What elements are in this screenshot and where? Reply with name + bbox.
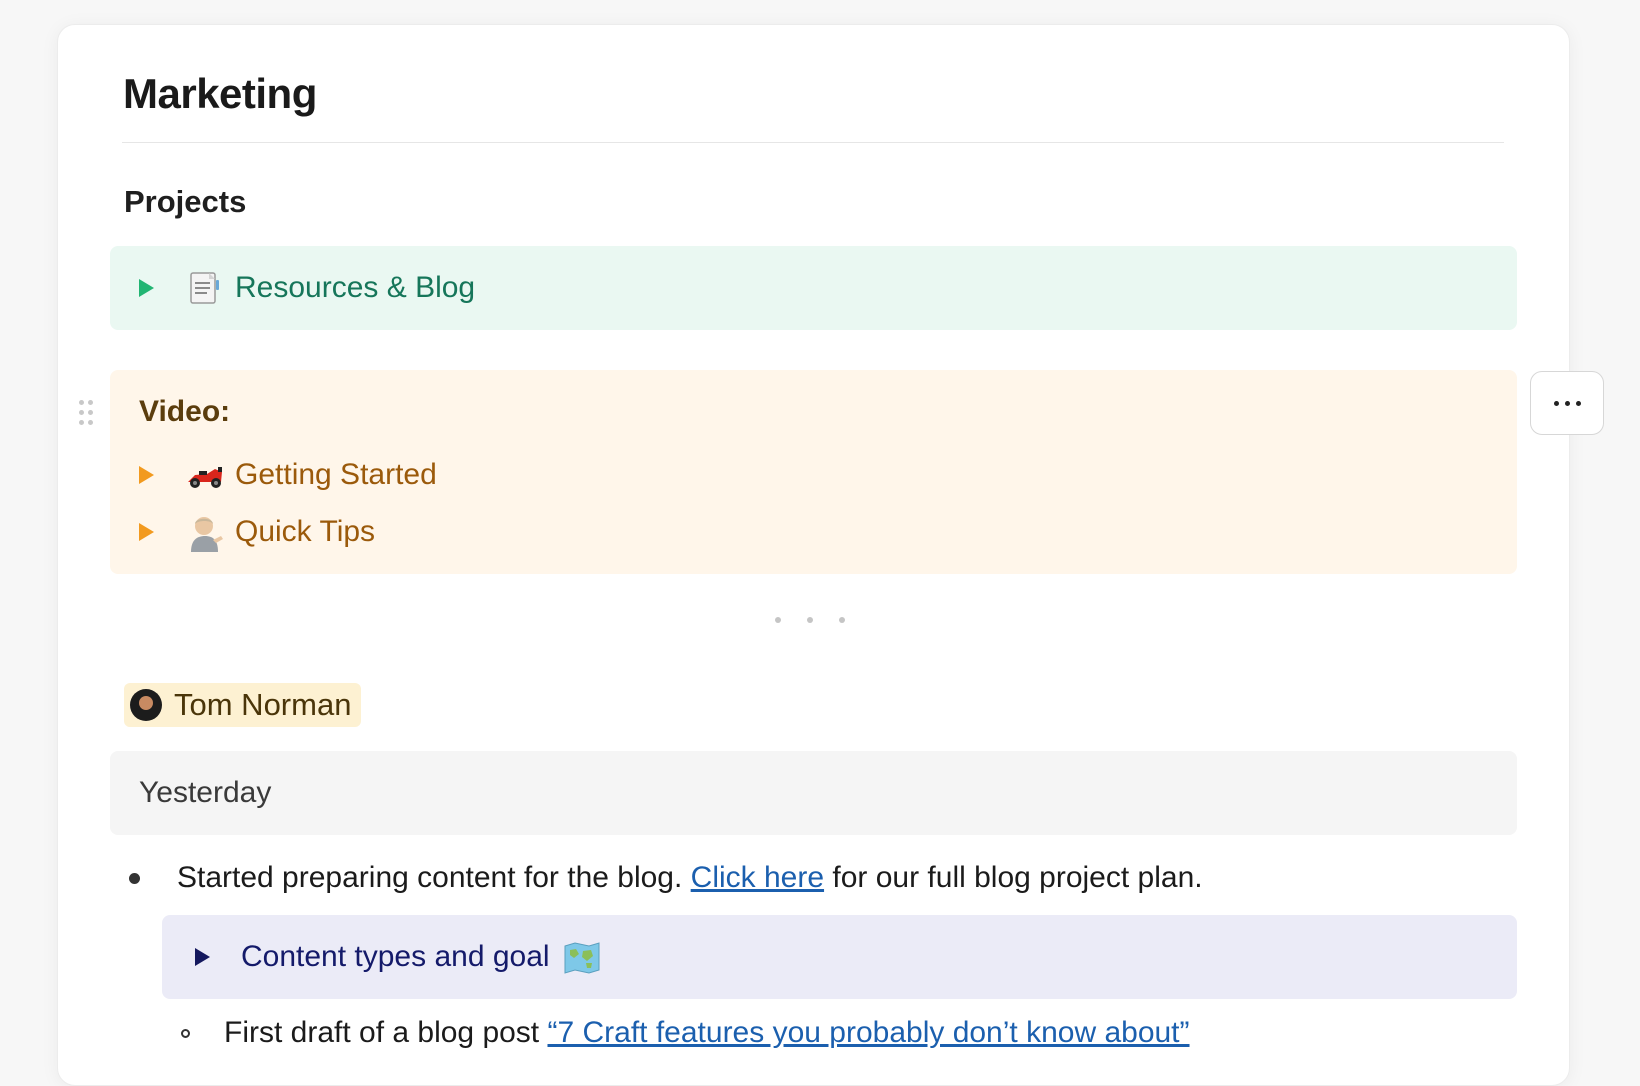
content-types-toggle[interactable]: Content types and goal (195, 937, 612, 977)
more-dot (1575, 400, 1581, 406)
getting-started-toggle[interactable]: Getting Started (139, 455, 437, 495)
quick-tips-toggle[interactable]: Quick Tips (139, 512, 375, 552)
date-label: Yesterday (139, 776, 272, 809)
content-types-label: Content types and goal (241, 940, 550, 973)
toggle-arrow-icon[interactable] (139, 466, 154, 484)
more-options-button[interactable] (1530, 371, 1604, 435)
list-item: First draft of a blog post “7 Craft feat… (181, 1013, 1190, 1053)
more-dot (1564, 400, 1570, 406)
page-title: Marketing (123, 70, 317, 117)
page-break-separator (775, 617, 845, 625)
race-car-icon (185, 455, 225, 495)
sub-bullet-icon (181, 1028, 190, 1038)
date-block (110, 751, 1517, 835)
video-label: Video: (139, 395, 231, 428)
quick-tips-label: Quick Tips (235, 515, 376, 548)
more-dot (1553, 400, 1559, 406)
drag-handle-icon[interactable] (79, 400, 95, 426)
blog-post-link[interactable]: “7 Craft features you probably don’t kno… (547, 1013, 1189, 1053)
blog-plan-link[interactable]: Click here (691, 858, 824, 898)
toggle-arrow-icon[interactable] (139, 523, 154, 541)
getting-started-label: Getting Started (235, 458, 437, 491)
projects-heading: Projects (124, 184, 247, 219)
resources-blog-toggle[interactable]: Resources & Blog (139, 268, 475, 308)
toggle-arrow-icon[interactable] (195, 948, 210, 966)
person-tipping-hand-icon (185, 512, 225, 552)
user-mention[interactable]: Tom Norman (124, 683, 362, 727)
list-item: Started preparing content for the blog. … (129, 858, 1203, 898)
world-map-icon (562, 937, 602, 977)
title-divider (122, 142, 1504, 143)
sub-bullet-text: First draft of a blog post (224, 1016, 548, 1049)
resources-blog-label: Resources & Blog (235, 271, 476, 304)
bullet-text-after: for our full blog project plan. (824, 861, 1203, 894)
toggle-arrow-icon[interactable] (139, 279, 154, 297)
mention-name: Tom Norman (174, 687, 352, 722)
document-icon (185, 268, 225, 308)
bullet-text-before: Started preparing content for the blog. (177, 861, 691, 894)
bullet-icon (129, 872, 140, 884)
avatar (130, 689, 162, 721)
